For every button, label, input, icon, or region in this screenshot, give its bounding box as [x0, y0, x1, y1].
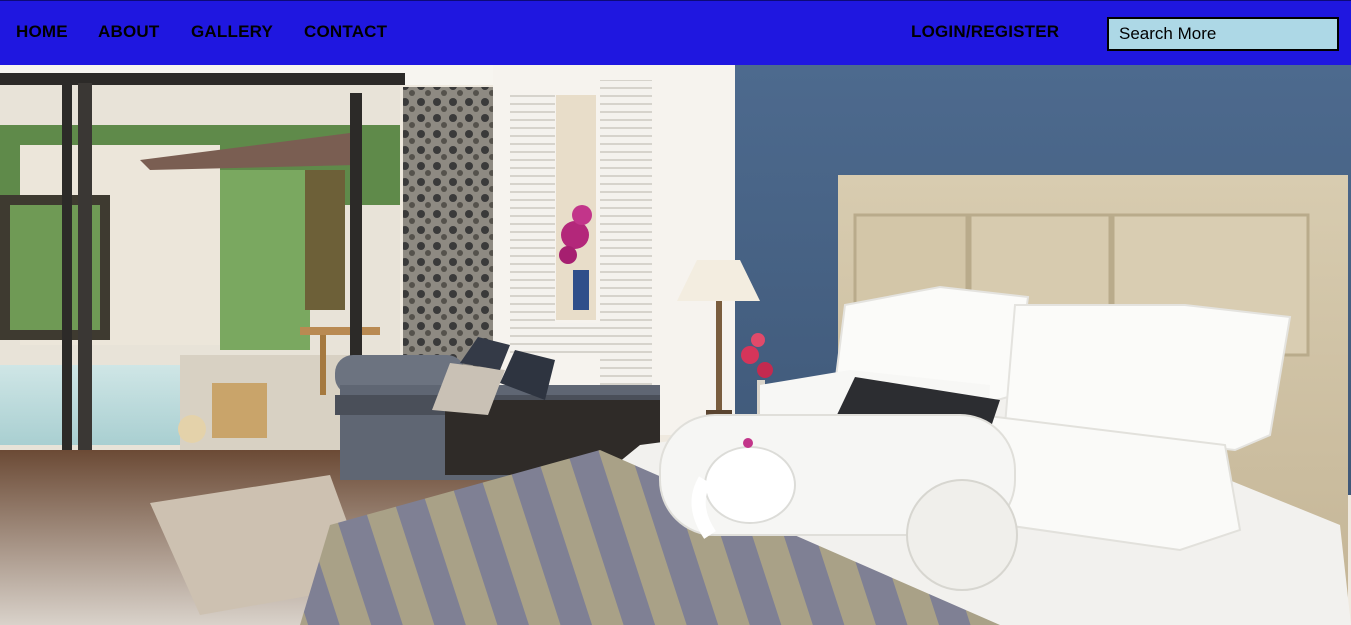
nav-contact-link[interactable]: CONTACT — [304, 22, 387, 42]
login-register-link[interactable]: LOGIN/REGISTER — [911, 22, 1059, 42]
search-input[interactable] — [1107, 17, 1339, 51]
nav-gallery-link[interactable]: GALLERY — [191, 22, 273, 42]
top-navbar: HOME ABOUT GALLERY CONTACT LOGIN/REGISTE… — [0, 0, 1351, 65]
nav-home-link[interactable]: HOME — [16, 22, 68, 42]
hero-image — [0, 65, 1351, 625]
hotel-bedroom-illustration — [0, 65, 1351, 625]
nav-about-link[interactable]: ABOUT — [98, 22, 159, 42]
page: HOME ABOUT GALLERY CONTACT LOGIN/REGISTE… — [0, 0, 1351, 625]
